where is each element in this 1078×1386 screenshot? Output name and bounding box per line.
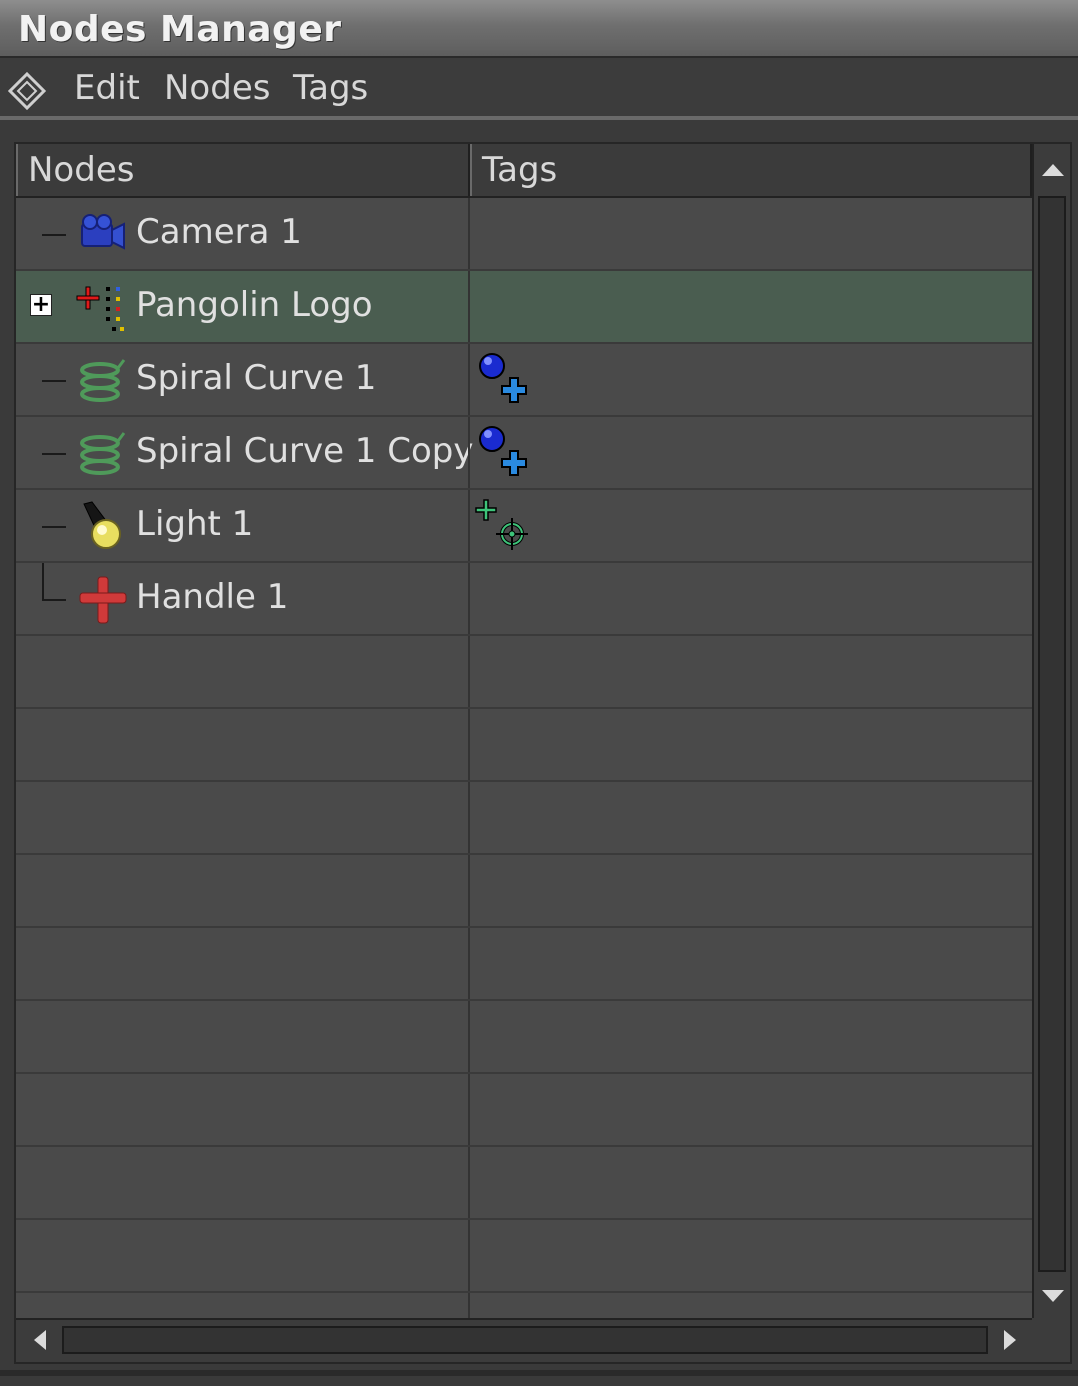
- nodes-panel: Nodes Tags Camera 1 + Pangolin Logo Spir…: [14, 142, 1072, 1364]
- empty-row: [16, 1074, 1032, 1147]
- column-divider: [468, 198, 470, 269]
- column-divider: [468, 490, 470, 561]
- node-row-handle[interactable]: Handle 1: [16, 563, 1032, 636]
- empty-row: [16, 1293, 1032, 1318]
- empty-row: [16, 1001, 1032, 1074]
- empty-row: [16, 928, 1032, 1001]
- light-icon: [83, 501, 121, 549]
- column-divider: [468, 928, 470, 999]
- scroll-up-icon[interactable]: [1034, 146, 1072, 192]
- diamond-menu-icon[interactable]: [8, 72, 46, 110]
- empty-row: [16, 636, 1032, 709]
- node-row-spiral-curve[interactable]: Spiral Curve 1: [16, 344, 1032, 417]
- column-divider: [468, 709, 470, 780]
- scroll-down-icon[interactable]: [1034, 1274, 1072, 1320]
- spiral-curve-icon: [80, 359, 126, 402]
- column-header: Nodes Tags: [16, 144, 1032, 198]
- column-divider: [468, 271, 470, 342]
- column-header-nodes[interactable]: Nodes: [16, 144, 470, 196]
- empty-row: [16, 782, 1032, 855]
- node-name: Spiral Curve 1 Copy: [136, 431, 474, 471]
- empty-row: [16, 1220, 1032, 1293]
- handle-icon: [79, 576, 127, 624]
- tree-connector: [42, 234, 66, 236]
- tree-connector: [42, 380, 66, 382]
- tree-connector: [42, 526, 66, 528]
- material-tag-icon[interactable]: [474, 423, 536, 485]
- node-name: Handle 1: [136, 577, 289, 617]
- node-row-spiral-curve-copy[interactable]: Spiral Curve 1 Copy: [16, 417, 1032, 490]
- tree-connector-line: [42, 563, 44, 600]
- column-divider: [468, 563, 470, 634]
- scrollbar-corner: [1032, 1318, 1070, 1362]
- material-tag-icon[interactable]: [474, 350, 536, 412]
- column-header-tags[interactable]: Tags: [470, 144, 1032, 196]
- scroll-left-icon[interactable]: [20, 1320, 60, 1360]
- tree-connector: [42, 599, 66, 601]
- camera-icon: [81, 214, 125, 250]
- empty-row: [16, 709, 1032, 782]
- vertical-scroll-track[interactable]: [1038, 196, 1066, 1272]
- column-divider: [468, 1220, 470, 1291]
- spiral-curve-icon: [80, 432, 126, 475]
- menu-nodes[interactable]: Nodes: [164, 68, 270, 108]
- target-tag-icon[interactable]: [474, 496, 536, 558]
- node-name: Pangolin Logo: [136, 285, 373, 325]
- column-divider: [468, 417, 470, 488]
- column-divider: [468, 782, 470, 853]
- window-title: Nodes Manager: [18, 9, 342, 50]
- column-divider: [468, 1001, 470, 1072]
- horizontal-scroll-track[interactable]: [62, 1326, 988, 1354]
- menu-edit[interactable]: Edit: [74, 68, 140, 108]
- column-divider: [468, 636, 470, 707]
- node-name: Spiral Curve 1: [136, 358, 377, 398]
- column-divider: [468, 1074, 470, 1145]
- expand-toggle[interactable]: +: [30, 294, 52, 316]
- title-bar: Nodes Manager: [0, 0, 1078, 58]
- scroll-right-icon[interactable]: [990, 1320, 1030, 1360]
- node-name: Camera 1: [136, 212, 302, 252]
- node-row-camera[interactable]: Camera 1: [16, 198, 1032, 271]
- node-row-light[interactable]: Light 1: [16, 490, 1032, 563]
- node-row-pangolin-logo[interactable]: + Pangolin Logo: [16, 271, 1032, 344]
- column-divider: [468, 344, 470, 415]
- column-divider: [468, 1293, 470, 1318]
- menu-tags[interactable]: Tags: [293, 68, 368, 108]
- bottom-border: [0, 1370, 1078, 1376]
- node-name: Light 1: [136, 504, 254, 544]
- menu-bar: Edit Nodes Tags: [0, 58, 1078, 120]
- tree-connector: [42, 453, 66, 455]
- empty-row: [16, 1147, 1032, 1220]
- column-divider: [468, 855, 470, 926]
- horizontal-scrollbar[interactable]: [16, 1318, 1032, 1362]
- column-divider: [468, 1147, 470, 1218]
- group-null-icon: [76, 286, 124, 331]
- empty-row: [16, 855, 1032, 928]
- vertical-scrollbar[interactable]: [1032, 144, 1070, 1320]
- node-list: Camera 1 + Pangolin Logo Spiral Curve 1 …: [16, 198, 1032, 1318]
